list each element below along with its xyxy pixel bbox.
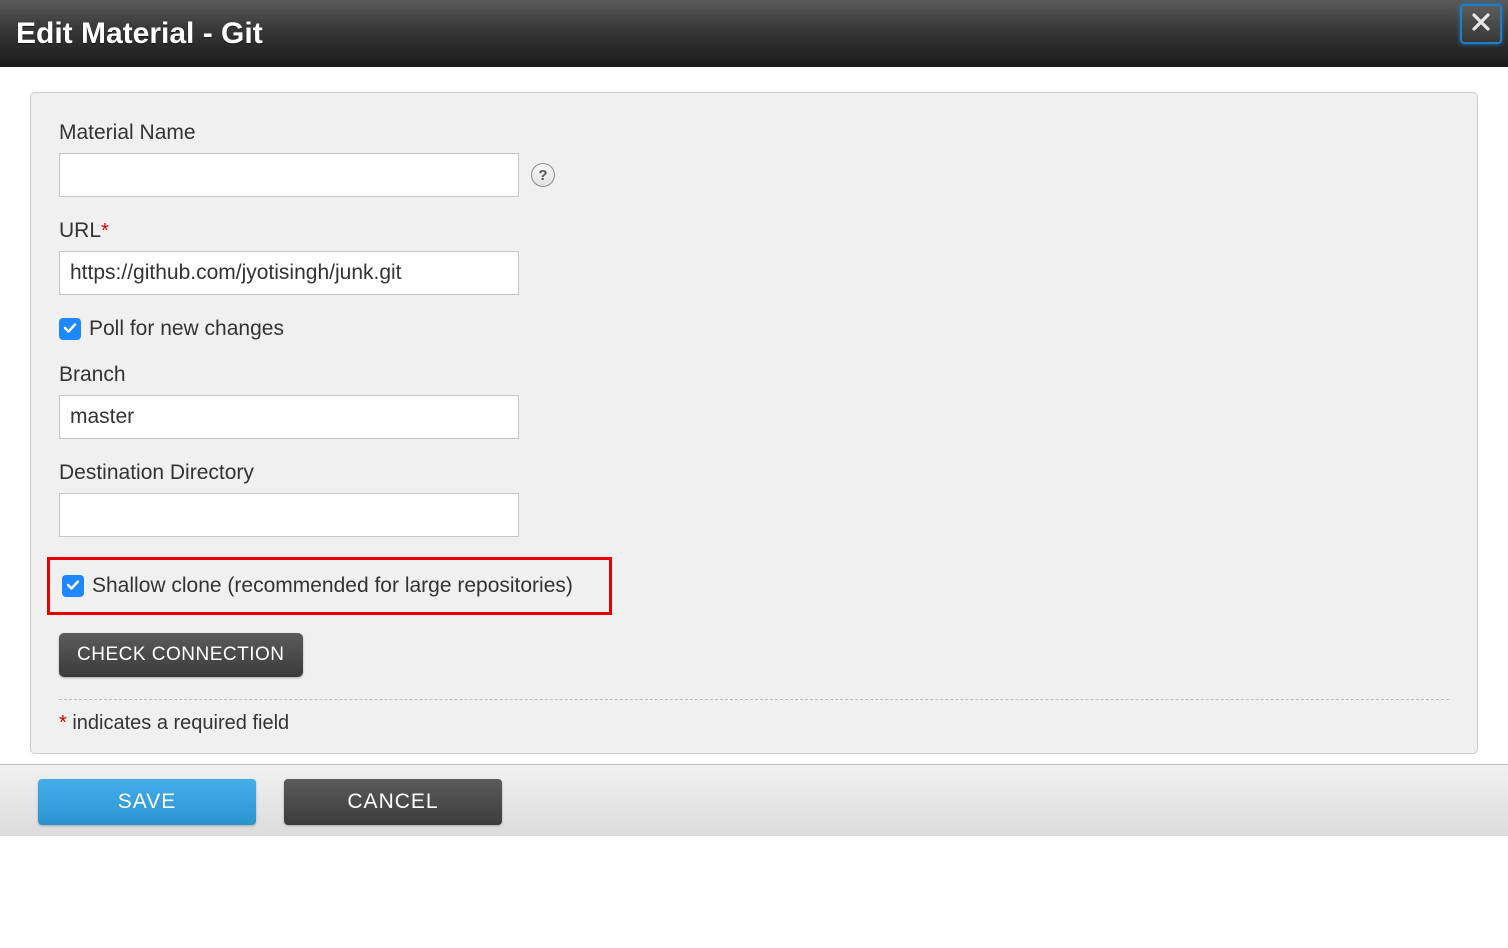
destination-label: Destination Directory [59,461,1449,485]
material-name-input[interactable] [59,153,519,197]
branch-input[interactable] [59,395,519,439]
material-name-label: Material Name [59,121,1449,145]
shallow-clone-label: Shallow clone (recommended for large rep… [92,574,573,598]
poll-checkbox[interactable] [59,318,81,340]
required-star: * [59,712,67,734]
destination-input[interactable] [59,493,519,537]
url-field: URL* [59,219,1449,295]
cancel-button[interactable]: CANCEL [284,779,502,825]
check-icon [63,317,77,341]
url-label: URL* [59,219,1449,243]
poll-label: Poll for new changes [89,317,284,341]
url-label-text: URL [59,219,101,242]
check-connection-button[interactable]: CHECK CONNECTION [59,633,303,677]
required-star: * [101,220,109,242]
required-note-text: indicates a required field [67,712,289,734]
check-icon [66,574,80,598]
form-panel: Material Name ? URL* Poll for new change… [30,92,1478,754]
separator [59,699,1449,700]
help-icon[interactable]: ? [531,163,555,187]
check-connection-row: CHECK CONNECTION [59,633,1449,677]
branch-label: Branch [59,363,1449,387]
shallow-clone-checkbox[interactable] [62,575,84,597]
form-body: Material Name ? URL* Poll for new change… [0,67,1508,764]
poll-field: Poll for new changes [59,317,1449,341]
material-name-field: Material Name ? [59,121,1449,197]
close-icon [1472,13,1490,36]
save-button[interactable]: SAVE [38,779,256,825]
required-note: * indicates a required field [59,712,1449,735]
url-input[interactable] [59,251,519,295]
branch-field: Branch [59,363,1449,439]
footer: SAVE CANCEL [0,764,1508,836]
destination-field: Destination Directory [59,461,1449,537]
close-button[interactable] [1460,4,1502,44]
shallow-clone-highlight: Shallow clone (recommended for large rep… [47,557,612,615]
modal-header: Edit Material - Git [0,0,1508,67]
modal-title: Edit Material - Git [16,17,263,51]
